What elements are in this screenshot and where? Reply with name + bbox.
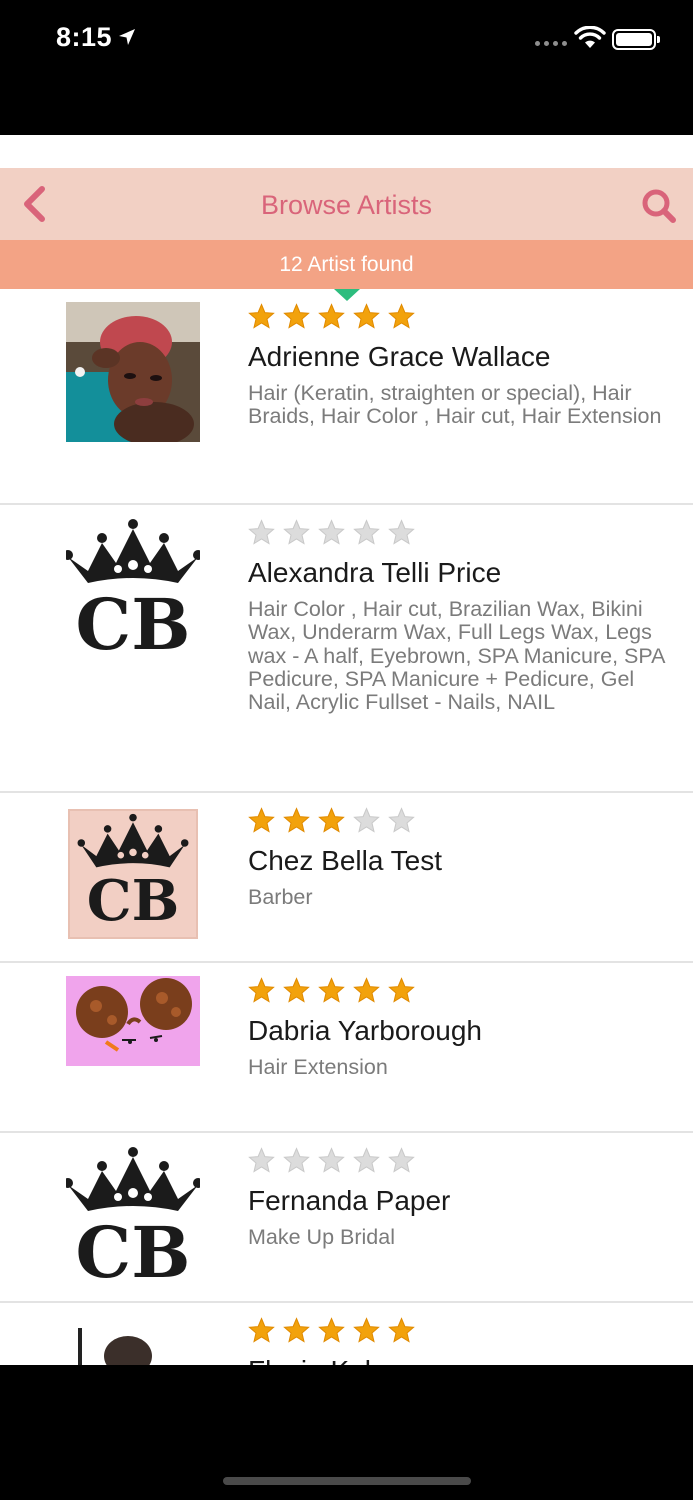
artist-name: Dabria Yarborough [248, 1015, 483, 1046]
star-filled-icon [248, 1317, 275, 1343]
artist-row[interactable]: CB Chez Bella Test Barber [0, 793, 693, 963]
rating-stars [248, 1317, 415, 1344]
results-count: 12 Artist found [279, 253, 414, 276]
artist-avatar [66, 302, 200, 442]
cellular-signal-icon [535, 41, 567, 46]
artist-name: Chez Bella Test [248, 845, 443, 876]
star-filled-icon [283, 303, 310, 329]
location-arrow-icon [119, 29, 135, 45]
star-filled-icon [248, 977, 275, 1003]
star-empty-icon [353, 519, 380, 545]
rating-stars [248, 519, 415, 546]
artist-services: Barber [248, 885, 313, 909]
artist-name: Adrienne Grace Wallace [248, 341, 551, 372]
search-button[interactable] [639, 186, 679, 226]
star-empty-icon [283, 519, 310, 545]
search-icon [642, 189, 676, 223]
artist-services: Hair (Keratin, straighten or special), H… [248, 381, 662, 429]
svg-text:CB: CB [76, 1211, 191, 1287]
star-filled-icon [353, 1317, 380, 1343]
star-filled-icon [283, 807, 310, 833]
star-empty-icon [283, 1147, 310, 1173]
star-empty-icon [248, 519, 275, 545]
results-count-bar: 12 Artist found [0, 240, 693, 289]
star-filled-icon [388, 303, 415, 329]
navigation-bar: Browse Artists [0, 168, 693, 240]
artist-row[interactable]: Dabria Yarborough Hair Extension [0, 963, 693, 1133]
star-filled-icon [318, 1317, 345, 1343]
star-filled-icon [283, 1317, 310, 1343]
cb-logo-icon: CB [66, 519, 200, 659]
star-empty-icon [318, 519, 345, 545]
star-filled-icon [248, 303, 275, 329]
star-empty-icon [353, 807, 380, 833]
artist-row[interactable]: CB Fernanda Paper Make Up Bridal [0, 1133, 693, 1303]
browse-artists-screen: Browse Artists 12 Artist found Adrienne … [0, 135, 693, 1365]
artist-services: Hair Color , Hair cut, Brazilian Wax, Bi… [248, 597, 665, 715]
status-bar: 8:15 [0, 0, 693, 90]
svg-text:CB: CB [87, 868, 180, 934]
artist-row[interactable]: CB Alexandra Telli Price Hair Color , Ha… [0, 505, 693, 793]
artist-row[interactable]: Adrienne Grace Wallace Hair (Keratin, st… [0, 289, 693, 505]
battery-icon [612, 29, 660, 50]
rating-stars [248, 303, 415, 330]
artist-avatar [66, 1316, 200, 1365]
star-filled-icon [283, 977, 310, 1003]
star-empty-icon [318, 1147, 345, 1173]
artist-avatar [66, 976, 200, 1066]
star-empty-icon [353, 1147, 380, 1173]
wifi-icon [574, 26, 606, 48]
artist-name: Flavia Kalman [248, 1355, 425, 1365]
star-filled-icon [248, 807, 275, 833]
status-time: 8:15 [56, 22, 113, 52]
page-title: Browse Artists [260, 190, 433, 220]
artist-services: Make Up Bridal [248, 1225, 395, 1249]
star-filled-icon [318, 303, 345, 329]
artist-name: Fernanda Paper [248, 1185, 451, 1216]
artist-list: Adrienne Grace Wallace Hair (Keratin, st… [0, 289, 693, 1365]
star-filled-icon [388, 977, 415, 1003]
star-filled-icon [318, 807, 345, 833]
rating-stars [248, 807, 415, 834]
star-empty-icon [248, 1147, 275, 1173]
star-empty-icon [388, 519, 415, 545]
caret-down-icon [334, 289, 360, 301]
star-empty-icon [388, 807, 415, 833]
star-filled-icon [353, 303, 380, 329]
home-indicator[interactable] [223, 1477, 471, 1485]
star-filled-icon [353, 977, 380, 1003]
star-empty-icon [388, 1147, 415, 1173]
star-filled-icon [388, 1317, 415, 1343]
artist-row[interactable]: Flavia Kalman [0, 1303, 693, 1365]
cb-logo-icon: CB [66, 1147, 200, 1287]
star-filled-icon [318, 977, 345, 1003]
cb-logo-icon: CB [68, 809, 198, 939]
artist-services: Hair Extension [248, 1055, 388, 1079]
svg-text:CB: CB [76, 583, 191, 659]
device-notch [172, 0, 522, 52]
rating-stars [248, 1147, 415, 1174]
rating-stars [248, 977, 415, 1004]
artist-name: Alexandra Telli Price [248, 557, 502, 588]
